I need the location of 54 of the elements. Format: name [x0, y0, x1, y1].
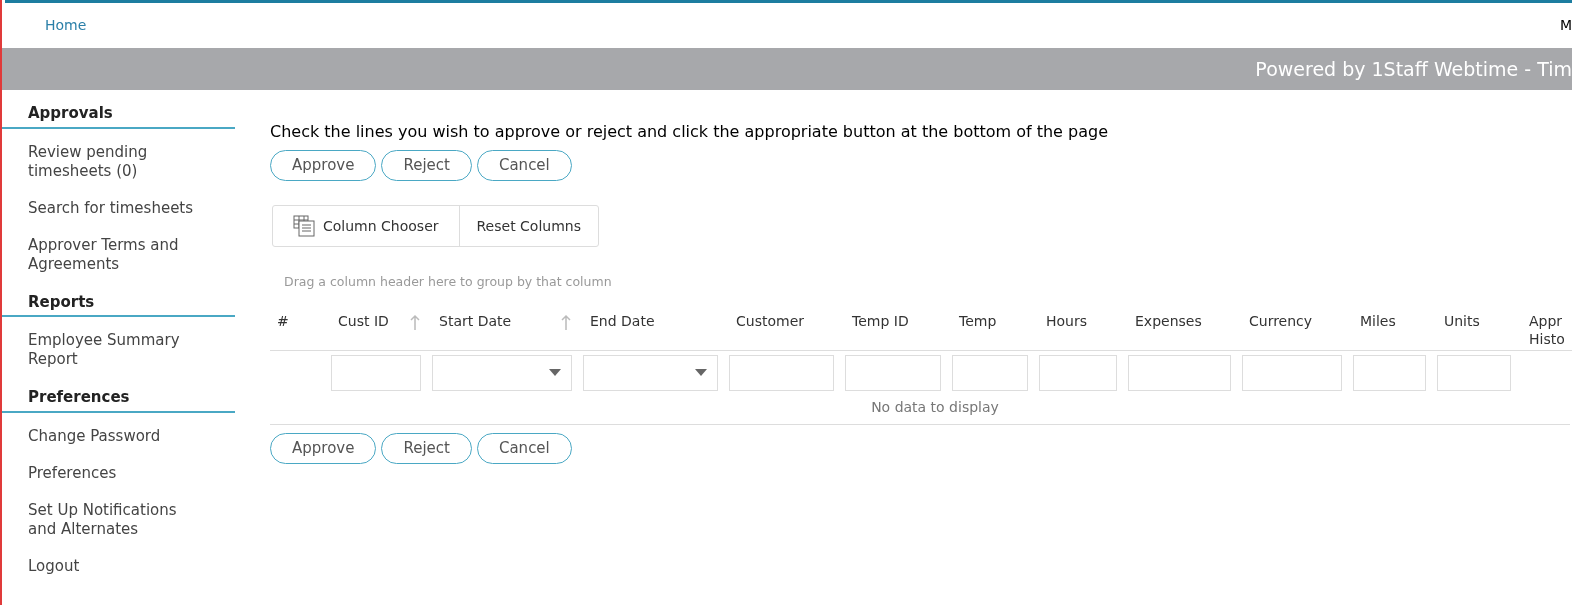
caret-icon	[549, 369, 561, 377]
column-header[interactable]: Units	[1437, 311, 1480, 330]
filter-input[interactable]	[1242, 354, 1342, 391]
filter-input[interactable]	[952, 354, 1028, 391]
sidebar-link[interactable]: Employee Summary Report	[2, 322, 235, 378]
column-header[interactable]: End Date	[583, 311, 655, 330]
column-header[interactable]: Expenses	[1128, 311, 1202, 330]
filter-input[interactable]	[845, 354, 941, 391]
column-header[interactable]: Cust ID	[331, 311, 389, 330]
column-header[interactable]: Temp ID	[845, 311, 909, 330]
group-panel-hint: Drag a column header here to group by that column	[284, 273, 612, 291]
column-chooser-button[interactable]: Column Chooser	[273, 206, 460, 246]
column-header[interactable]: Temp	[952, 311, 997, 330]
user-initial: M	[1560, 16, 1572, 35]
column-header[interactable]: Hours	[1039, 311, 1087, 330]
filter-input[interactable]	[1353, 354, 1426, 391]
section-heading: Reports	[2, 290, 235, 317]
section-heading: Preferences	[2, 386, 235, 413]
sidebar-link[interactable]: Approver Terms and Agreements	[2, 226, 235, 283]
column-header[interactable]: Customer	[729, 311, 804, 330]
sidebar-link[interactable]: Logout	[2, 547, 235, 585]
sidebar-link[interactable]: Search for timesheets	[2, 189, 235, 227]
filter-input[interactable]	[729, 354, 834, 391]
filter-input[interactable]	[1128, 354, 1231, 391]
caret-icon	[695, 369, 707, 377]
pill-button[interactable]: Reject	[381, 432, 472, 464]
home-link[interactable]: Home	[45, 15, 87, 36]
sidebar-link[interactable]: Change Password	[2, 417, 235, 455]
column-header[interactable]: Miles	[1353, 311, 1396, 330]
empty-message: No data to display	[871, 397, 999, 417]
column-header[interactable]: Currency	[1242, 311, 1313, 330]
pill-button[interactable]: Approve	[270, 432, 377, 464]
reset-columns-button[interactable]: Reset Columns	[459, 206, 598, 246]
sidebar-link[interactable]: Set Up Notifications and Alternates	[2, 491, 235, 548]
column-header[interactable]: Appr Histo	[1522, 311, 1565, 348]
banner-text: Powered by 1Staff Webtime - Tim	[1255, 56, 1572, 82]
sidebar-link[interactable]: Review pending timesheets (0)	[2, 133, 235, 190]
filter-input[interactable]	[331, 354, 421, 391]
table-icon	[293, 215, 315, 237]
column-header[interactable]: Start Date	[432, 311, 512, 330]
instructions-text: Check the lines you wish to approve or reject and click the appropriate button at the bottom of the page	[270, 121, 1108, 143]
sort-arrow-icon	[561, 313, 571, 330]
filter-dropdown[interactable]	[432, 354, 572, 391]
column-header[interactable]: #	[270, 311, 289, 330]
section-heading: Approvals	[2, 102, 235, 129]
pill-button[interactable]: Cancel	[476, 432, 572, 464]
pill-button[interactable]: Cancel	[476, 150, 572, 181]
pill-button[interactable]: Approve	[270, 150, 377, 181]
pill-button[interactable]: Reject	[381, 150, 472, 181]
filter-input[interactable]	[1437, 354, 1511, 391]
filter-input[interactable]	[1039, 354, 1117, 391]
sort-arrow-icon	[410, 313, 420, 330]
sidebar-link[interactable]: Preferences	[2, 454, 235, 492]
filter-dropdown[interactable]	[583, 354, 718, 391]
